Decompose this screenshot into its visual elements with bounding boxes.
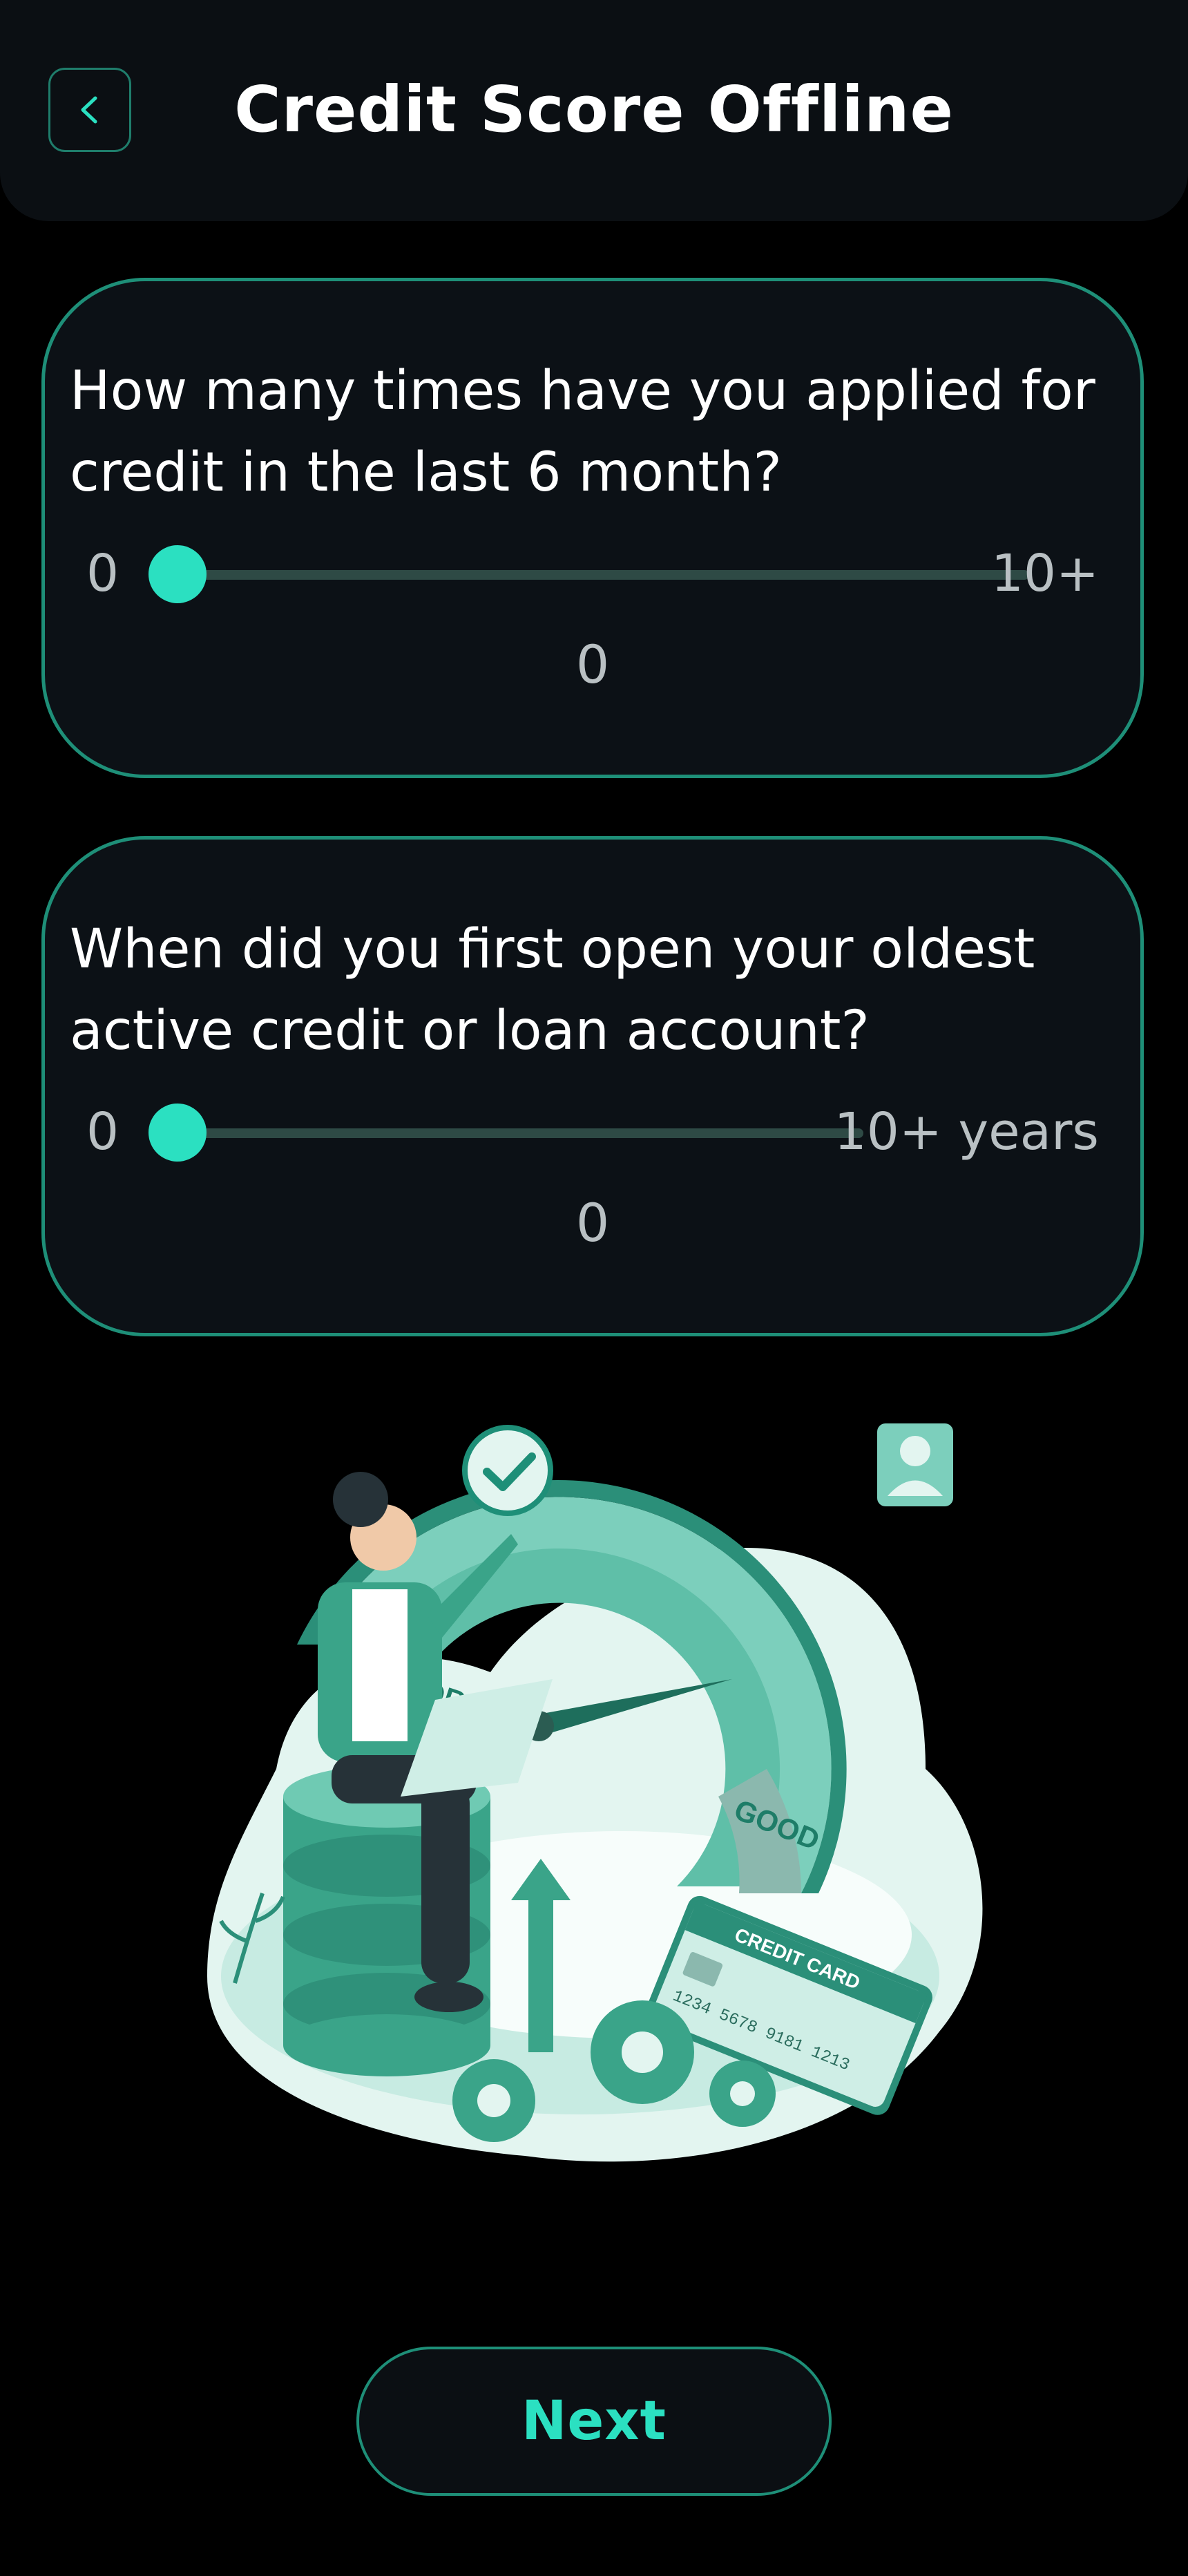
- slider-track[interactable]: [173, 570, 1029, 580]
- slider-min-label: 0: [86, 544, 119, 603]
- page-title: Credit Score Offline: [234, 73, 954, 146]
- check-bubble-icon: [462, 1425, 553, 1516]
- header-bar: Credit Score Offline: [0, 0, 1188, 221]
- slider-max-label: 10+ years: [834, 1102, 1099, 1162]
- question-card-oldest-account: When did you first open your oldest acti…: [41, 836, 1144, 1336]
- slider-thumb[interactable]: [148, 1104, 207, 1162]
- user-card-icon: [877, 1423, 953, 1506]
- slider-thumb[interactable]: [148, 545, 207, 603]
- slider-value: 0: [575, 1192, 610, 1253]
- credit-score-illustration: POOR GOOD: [207, 1423, 983, 2162]
- question-text: When did you first open your oldest acti…: [70, 918, 1035, 1062]
- question-card-applications: How many times have you applied for cred…: [41, 278, 1144, 778]
- question-text: How many times have you applied for cred…: [70, 360, 1095, 504]
- slider-max-label: 10+: [990, 544, 1099, 603]
- slider-track[interactable]: [173, 1128, 863, 1138]
- slider-min-label: 0: [86, 1102, 119, 1162]
- next-button[interactable]: Next: [356, 2347, 832, 2496]
- slider-value: 0: [575, 634, 610, 695]
